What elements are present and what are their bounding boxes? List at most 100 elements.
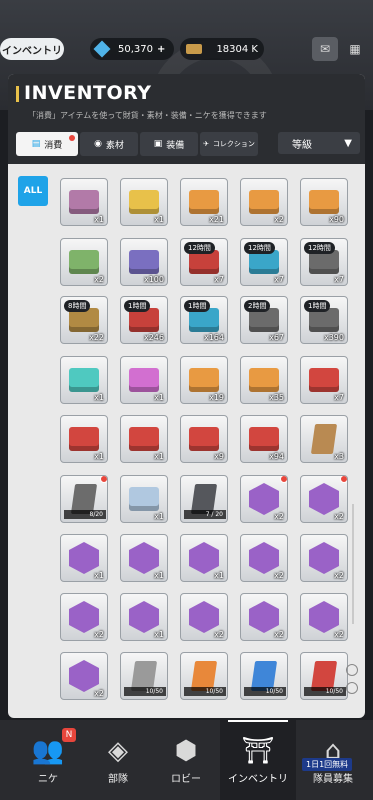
inventory-item[interactable]: x2: [60, 238, 108, 286]
inventory-item[interactable]: x1: [60, 534, 108, 582]
mail-button[interactable]: ✉: [312, 37, 338, 61]
inventory-item[interactable]: 1時間 x390: [300, 296, 348, 344]
inventory-item[interactable]: x100: [120, 238, 168, 286]
inventory-item[interactable]: 2時間 x67: [240, 296, 288, 344]
inventory-item[interactable]: x1: [120, 356, 168, 404]
item-quantity: x2: [274, 512, 284, 521]
inventory-item[interactable]: 1時間 x246: [120, 296, 168, 344]
inventory-item[interactable]: x2: [240, 593, 288, 641]
active-indicator: [228, 720, 288, 722]
item-quantity: x2: [274, 215, 284, 224]
tab-collection[interactable]: ✈ コレクション: [200, 132, 258, 156]
inventory-item[interactable]: 8時間 x22: [60, 296, 108, 344]
item-quantity: x90: [329, 215, 344, 224]
item-quantity: x1: [214, 571, 224, 580]
inventory-item[interactable]: 7 / 20: [180, 475, 228, 523]
inventory-item[interactable]: x9: [180, 415, 228, 463]
inventory-item[interactable]: x2: [180, 593, 228, 641]
credit-count: 18304 K: [216, 43, 258, 55]
tab-collection-label: コレクション: [212, 140, 255, 148]
tab-material[interactable]: ◉ 素材: [80, 132, 138, 156]
inventory-item[interactable]: x2: [240, 534, 288, 582]
item-quantity: x2: [94, 275, 104, 284]
tab-consumable-label: 消費: [44, 140, 63, 151]
item-quantity: x390: [323, 333, 344, 342]
inventory-item[interactable]: 1時間 x164: [180, 296, 228, 344]
gem-counter[interactable]: 50,370 +: [90, 38, 174, 60]
item-quantity: x1: [154, 452, 164, 461]
item-quantity: x21: [209, 215, 224, 224]
tab-consumable-dot: [69, 135, 75, 141]
gem-count: 50,370: [118, 43, 153, 55]
sort-dropdown[interactable]: 等級 ▼: [278, 132, 360, 154]
inventory-item[interactable]: x3: [300, 415, 348, 463]
inventory-item[interactable]: x7: [300, 356, 348, 404]
inventory-item[interactable]: 12時間 x7: [300, 238, 348, 286]
inventory-item[interactable]: x2: [300, 593, 348, 641]
free-banner: 1日1回無料: [302, 758, 353, 771]
inventory-item[interactable]: x1: [60, 178, 108, 226]
item-quantity: x1: [154, 215, 164, 224]
inventory-panel-header: INVENTORY 「消費」アイテムを使って財貨・素材・装備・ニケを獲得できます…: [8, 74, 365, 164]
tab-equipment[interactable]: ▣ 装備: [140, 132, 198, 156]
item-progress: 10/50: [124, 687, 166, 696]
sort-label: 等級: [292, 139, 312, 151]
nav-inventory[interactable]: ⛩ インベントリ: [220, 720, 296, 800]
nav-lobby[interactable]: ⬢ ロビー: [152, 720, 220, 800]
inventory-item[interactable]: 10/50: [300, 652, 348, 700]
item-quantity: x1: [154, 512, 164, 521]
inventory-item[interactable]: 12時間 x7: [180, 238, 228, 286]
inventory-item[interactable]: x35: [240, 356, 288, 404]
timer-badge: 1時間: [304, 300, 331, 312]
tab-consumable[interactable]: ▤ 消費: [16, 132, 78, 156]
notification-dot: [340, 476, 347, 483]
inventory-item[interactable]: x1: [60, 415, 108, 463]
nav-recruit[interactable]: ⌂ 隊員募集 1日1回無料: [296, 720, 370, 800]
inventory-item[interactable]: x2: [240, 475, 288, 523]
inventory-item[interactable]: x2: [60, 593, 108, 641]
inventory-item[interactable]: x1: [120, 593, 168, 641]
inventory-item[interactable]: x1: [60, 356, 108, 404]
inventory-panel: INVENTORY 「消費」アイテムを使って財貨・素材・装備・ニケを獲得できます…: [8, 74, 365, 718]
item-quantity: x1: [154, 393, 164, 402]
inventory-item[interactable]: 10/50: [120, 652, 168, 700]
inventory-item[interactable]: 10/50: [180, 652, 228, 700]
inventory-item[interactable]: x2: [240, 178, 288, 226]
item-quantity: x164: [203, 333, 224, 342]
inventory-item[interactable]: x94: [240, 415, 288, 463]
inventory-item[interactable]: 10/50: [240, 652, 288, 700]
new-badge: N: [62, 728, 76, 742]
nav-inventory-label: インベントリ: [228, 774, 288, 785]
inventory-item[interactable]: 8/20: [60, 475, 108, 523]
inventory-item[interactable]: x1: [120, 415, 168, 463]
credit-counter[interactable]: 18304 K: [180, 38, 264, 60]
inventory-item[interactable]: 12時間 x7: [240, 238, 288, 286]
inventory-item[interactable]: x19: [180, 356, 228, 404]
filter-all-button[interactable]: ALL: [18, 176, 48, 206]
page-subtitle: 「消費」アイテムを使って財貨・素材・装備・ニケを獲得できます: [28, 111, 267, 120]
timer-badge: 8時間: [64, 300, 91, 312]
item-quantity: x2: [94, 689, 104, 698]
inventory-item[interactable]: x2: [60, 652, 108, 700]
inventory-item[interactable]: x90: [300, 178, 348, 226]
inventory-item[interactable]: x1: [120, 534, 168, 582]
item-quantity: x19: [209, 393, 224, 402]
inventory-item[interactable]: x2: [300, 475, 348, 523]
scrollbar[interactable]: [352, 504, 354, 624]
item-quantity: x2: [274, 571, 284, 580]
nikke-icon: 👥: [31, 736, 65, 766]
inventory-item[interactable]: x1: [120, 178, 168, 226]
item-quantity: x7: [334, 393, 344, 402]
nav-nikke[interactable]: 👥 ニケ N: [18, 720, 78, 800]
timer-badge: 12時間: [184, 242, 215, 254]
item-quantity: x7: [214, 275, 224, 284]
tab-equipment-label: 装備: [166, 140, 185, 151]
inventory-item[interactable]: x21: [180, 178, 228, 226]
inventory-item[interactable]: x1: [180, 534, 228, 582]
inventory-item[interactable]: x2: [300, 534, 348, 582]
inventory-item[interactable]: x1: [120, 475, 168, 523]
gem-icon: [93, 40, 111, 58]
nav-squad[interactable]: ◈ 部隊: [84, 720, 152, 800]
item-quantity: x2: [334, 571, 344, 580]
menu-button[interactable]: ▦: [342, 37, 368, 61]
